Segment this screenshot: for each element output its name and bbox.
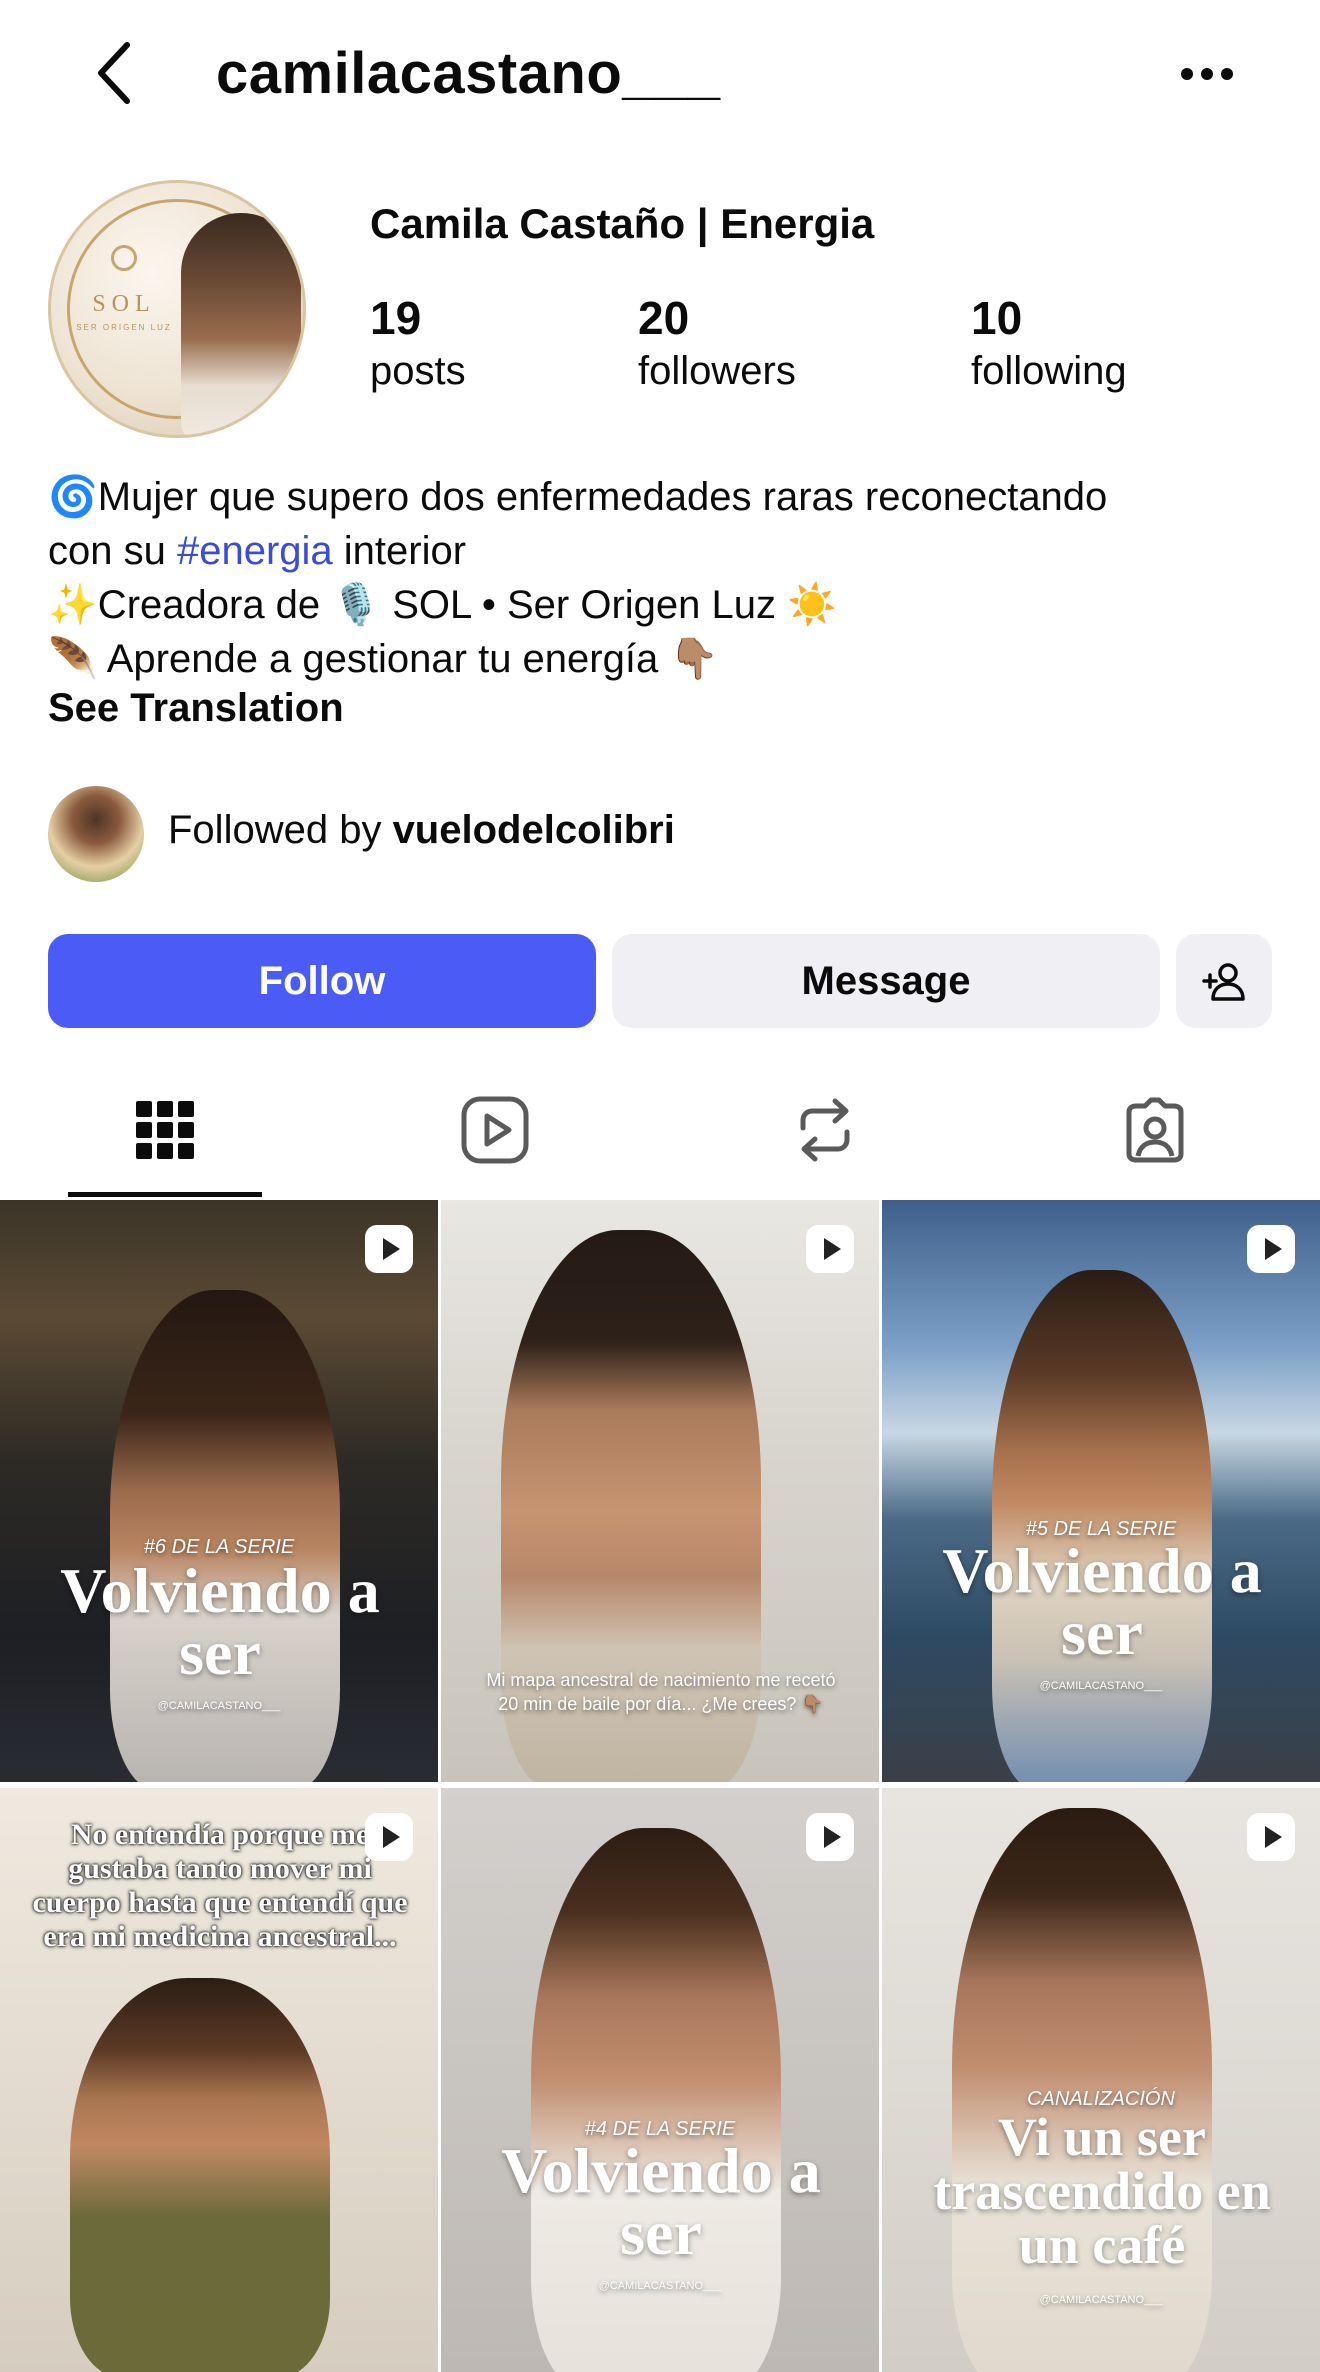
back-button[interactable] [80, 38, 150, 108]
active-tab-indicator [68, 1192, 262, 1197]
post-caption: No entendía porque me gustaba tanto move… [32, 1818, 408, 1953]
see-translation-link[interactable]: See Translation [48, 686, 344, 731]
reel-badge [364, 1812, 414, 1862]
post-tile[interactable]: #4 DE LA SERIE Volviendo a ser @CAMILACA… [441, 1788, 879, 2372]
bio-text: interior [332, 529, 467, 573]
post-title: Volviendo a ser [501, 2135, 821, 2268]
bio-text: con su [48, 529, 177, 573]
bio-line: con su #energia interior [48, 524, 1278, 578]
avatar-photo [181, 213, 301, 435]
profile-bio: 🌀Mujer que supero dos enfermedades raras… [48, 470, 1278, 686]
tab-tagged[interactable] [990, 1060, 1320, 1200]
post-tile[interactable]: Mi mapa ancestral de nacimiento me recet… [441, 1200, 879, 1782]
display-name: Camila Castaño | Energia [370, 200, 875, 247]
following-value: 10 [971, 292, 1023, 344]
posts-value: 19 [370, 292, 422, 344]
reel-badge [805, 1224, 855, 1274]
posts-count[interactable]: 19 posts [370, 290, 466, 396]
tab-grid[interactable] [0, 1060, 330, 1200]
top-bar: camilacastano___ [0, 0, 1320, 150]
follower-avatar[interactable] [48, 786, 144, 882]
bio-line: ✨Creadora de 🎙️ SOL • Ser Origen Luz ☀️ [48, 583, 837, 627]
tab-reposts[interactable] [660, 1060, 990, 1200]
play-icon [1247, 1813, 1295, 1861]
play-icon [365, 1813, 413, 1861]
post-handle: @CAMILACASTANO___ [598, 2280, 722, 2292]
chevron-left-icon [98, 42, 130, 104]
avatar-logo-text: SOL [92, 291, 156, 317]
bio-line: 🌀Mujer que supero dos enfermedades raras… [48, 475, 1108, 519]
followers-count[interactable]: 20 followers [638, 290, 796, 396]
followed-by-user: vuelodelcolibri [392, 808, 675, 852]
profile-page: camilacastano___ SOL SER ORIGEN LUZ Cami… [0, 0, 1320, 2372]
post-tile[interactable]: CANALIZACIÓN Vi un ser trascendido en un… [882, 1788, 1320, 2372]
bio-line: 🪶 Aprende a gestionar tu energía 👇🏽 [48, 637, 720, 681]
post-tile[interactable]: #6 DE LA SERIE Volviendo a ser @CAMILACA… [0, 1200, 438, 1782]
moon-icon [111, 245, 137, 271]
message-button[interactable]: Message [612, 934, 1160, 1028]
post-caption: Mi mapa ancestral de nacimiento me recet… [486, 1670, 836, 1714]
more-icon [1181, 68, 1233, 80]
post-title: Volviendo a ser [60, 1555, 380, 1688]
more-options-button[interactable] [1172, 48, 1242, 100]
profile-username: camilacastano___ [216, 41, 721, 106]
following-count[interactable]: 10 following [971, 290, 1127, 396]
follow-button[interactable]: Follow [48, 934, 596, 1028]
post-handle: @CAMILACASTANO___ [157, 1700, 281, 1712]
suggested-users-button[interactable] [1176, 934, 1272, 1028]
post-title: Volviendo a ser [942, 1535, 1262, 1668]
reel-badge [805, 1812, 855, 1862]
hashtag-link[interactable]: #energia [177, 529, 333, 573]
post-handle: @CAMILACASTANO___ [1039, 2294, 1163, 2306]
grid-icon [136, 1101, 194, 1159]
post-tile[interactable]: No entendía porque me gustaba tanto move… [0, 1788, 438, 2372]
reels-icon [461, 1096, 529, 1164]
followed-by-prefix: Followed by [168, 808, 393, 852]
tab-reels[interactable] [330, 1060, 660, 1200]
reel-badge [1246, 1224, 1296, 1274]
play-icon [806, 1225, 854, 1273]
following-label: following [971, 349, 1127, 393]
posts-label: posts [370, 349, 466, 393]
play-icon [1247, 1225, 1295, 1273]
followers-value: 20 [638, 292, 690, 344]
play-icon [365, 1225, 413, 1273]
post-handle: @CAMILACASTANO___ [1039, 1680, 1163, 1692]
reel-badge [364, 1224, 414, 1274]
avatar-logo-subtext: SER ORIGEN LUZ [76, 323, 172, 332]
posts-grid: #6 DE LA SERIE Volviendo a ser @CAMILACA… [0, 1200, 1320, 2372]
repost-icon [800, 1098, 850, 1162]
followers-label: followers [638, 349, 796, 393]
reel-badge [1246, 1812, 1296, 1862]
post-photo [70, 1978, 330, 2372]
profile-avatar[interactable]: SOL SER ORIGEN LUZ [48, 180, 306, 438]
add-person-icon [1202, 963, 1245, 1001]
tagged-icon [1126, 1097, 1184, 1163]
play-icon [806, 1813, 854, 1861]
followed-by-text[interactable]: Followed by vuelodelcolibri [168, 808, 675, 853]
post-tile[interactable]: #5 DE LA SERIE Volviendo a ser @CAMILACA… [882, 1200, 1320, 1782]
post-title: Vi un ser trascendido en un café [933, 2107, 1271, 2275]
profile-tabs [0, 1060, 1320, 1200]
